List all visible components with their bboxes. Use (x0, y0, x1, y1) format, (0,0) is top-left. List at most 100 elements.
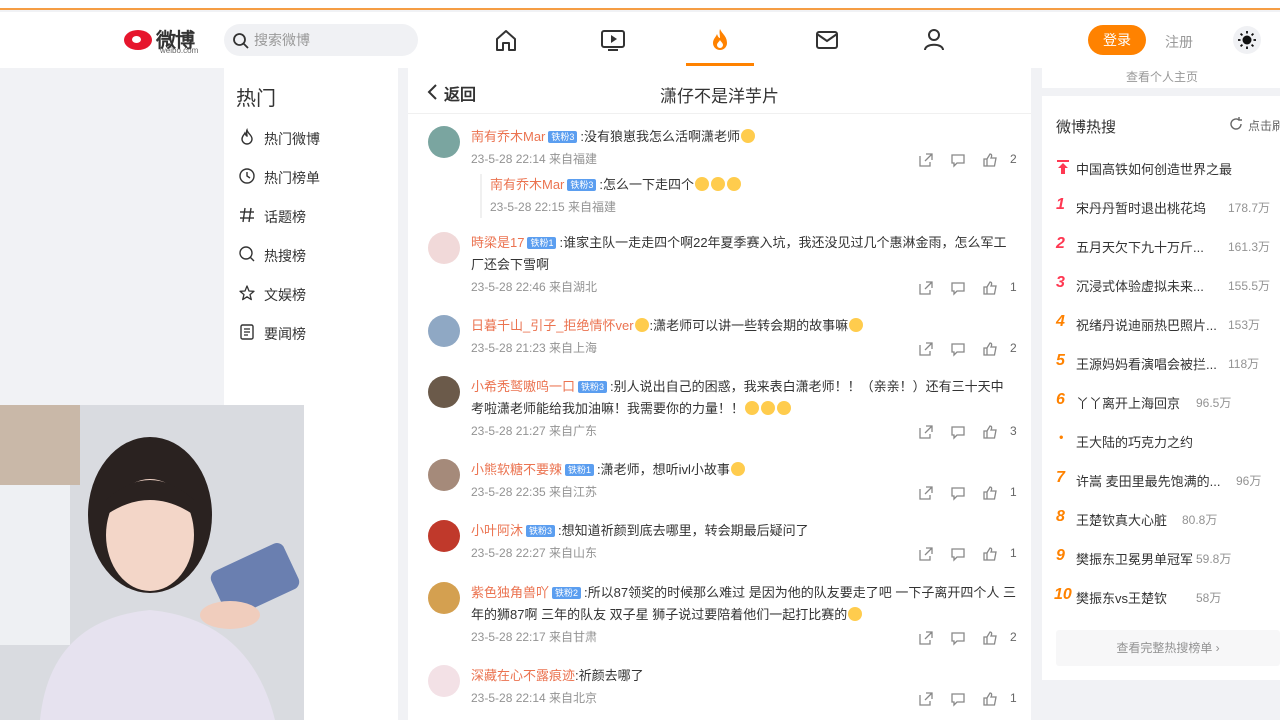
share-icon[interactable] (918, 546, 934, 562)
comment-actions: 1 (918, 485, 1018, 501)
view-full-hot-search-button[interactable]: 查看完整热搜榜单 › (1056, 630, 1280, 666)
share-icon[interactable] (918, 485, 934, 501)
comment-icon[interactable] (950, 485, 966, 501)
emoji-icon (849, 318, 864, 332)
share-icon[interactable] (918, 341, 934, 357)
like-icon[interactable] (982, 630, 998, 646)
comment-actions: 1 (918, 280, 1018, 296)
avatar[interactable] (428, 582, 460, 614)
emoji-icon (741, 129, 756, 143)
share-icon[interactable] (918, 630, 934, 646)
comment-icon[interactable] (950, 280, 966, 296)
comment-icon[interactable] (950, 152, 966, 168)
comment-icon[interactable] (950, 691, 966, 707)
reply-username[interactable]: 南有乔木Mar (490, 177, 564, 192)
like-count: 1 (1010, 280, 1017, 294)
hot-search-rank: 1 (1056, 196, 1065, 213)
hot-search-count: 178.7万 (1228, 201, 1271, 215)
fan-badge: 铁粉3 (578, 381, 608, 393)
share-icon[interactable] (918, 152, 934, 168)
like-count: 2 (1010, 630, 1017, 644)
comment-username[interactable]: 南有乔木Mar (471, 129, 545, 144)
sidebar-item-label: 热门微博 (264, 131, 320, 147)
like-icon[interactable] (982, 280, 998, 296)
hot-search-item[interactable]: 5 王源妈妈看演唱会被拦... 118万 (1056, 352, 1280, 372)
emoji-icon (761, 401, 776, 415)
hot-search-item[interactable]: 2 五月天欠下九十万斤... 161.3万 (1056, 235, 1280, 255)
star-icon (239, 285, 255, 301)
comment-icon[interactable] (950, 630, 966, 646)
pin-top-icon (1057, 160, 1069, 174)
comment-username[interactable]: 深藏在心不露痕迹 (471, 668, 575, 683)
like-icon[interactable] (982, 691, 998, 707)
register-link[interactable]: 注册 (1165, 32, 1193, 52)
comment-username[interactable]: 紫色独角兽吖 (471, 585, 549, 600)
like-count: 3 (1010, 424, 1017, 438)
view-profile-link[interactable]: 查看个人主页 (1126, 68, 1198, 85)
hot-search-item[interactable]: 4 祝绪丹说迪丽热巴照片... 153万 (1056, 313, 1280, 333)
avatar[interactable] (428, 232, 460, 264)
sidebar-item-label: 热门榜单 (264, 170, 320, 186)
hot-search-item[interactable]: 1 宋丹丹暂时退出桃花坞 178.7万 (1056, 196, 1280, 216)
like-icon[interactable] (982, 341, 998, 357)
sidebar-item-label: 要闻榜 (264, 326, 306, 342)
hot-search-item[interactable]: 9 樊振东卫冕男单冠军 59.8万 (1056, 547, 1280, 567)
share-icon[interactable] (918, 280, 934, 296)
reply-text: :怎么一下走四个 (599, 177, 695, 192)
hot-search-item[interactable]: 7 许嵩 麦田里最先饱满的... 96万 (1056, 469, 1280, 489)
hot-search-text: 王源妈妈看演唱会被拦... (1076, 357, 1217, 372)
avatar[interactable] (428, 376, 460, 408)
emoji-icon (745, 401, 760, 415)
comment-icon[interactable] (950, 341, 966, 357)
share-icon[interactable] (918, 424, 934, 440)
profile-icon[interactable] (920, 26, 948, 54)
comment-icon[interactable] (950, 546, 966, 562)
search-box[interactable] (224, 24, 418, 56)
hot-search-pinned[interactable]: 中国高铁如何创造世界之最 (1056, 157, 1280, 177)
weibo-logo[interactable]: 微博 weibo.com (124, 24, 214, 56)
comment-meta: 23-5-28 22:14 来自福建 (471, 152, 598, 166)
comment-icon[interactable] (950, 424, 966, 440)
video-icon[interactable] (599, 26, 627, 54)
comment-username[interactable]: 時梁是17 (471, 235, 524, 250)
message-icon[interactable] (813, 26, 841, 54)
share-icon[interactable] (918, 691, 934, 707)
like-icon[interactable] (982, 546, 998, 562)
hot-search-item[interactable]: 6 丫丫离开上海回京 96.5万 (1056, 391, 1280, 411)
hot-search-text: 中国高铁如何创造世界之最 (1076, 162, 1233, 177)
fan-badge: 铁粉3 (526, 525, 556, 537)
theme-toggle-button[interactable] (1233, 26, 1261, 54)
avatar[interactable] (428, 665, 460, 697)
hot-search-item[interactable]: 3 沉浸式体验虚拟未来... 155.5万 (1056, 274, 1280, 294)
fan-badge: 铁粉3 (548, 131, 578, 143)
home-icon[interactable] (492, 26, 520, 54)
comment-text: :没有狼崽我怎么活啊潇老师 (580, 129, 741, 144)
hot-search-text: 五月天欠下九十万斤... (1076, 240, 1204, 255)
search-input[interactable] (254, 30, 404, 50)
search-icon (233, 33, 249, 49)
hot-search-text: 许嵩 麦田里最先饱满的... (1076, 474, 1221, 489)
comment-username[interactable]: 日暮千山_引子_拒绝情怀ver (471, 318, 634, 333)
hot-search-item[interactable]: 8 王楚钦真大心脏 80.8万 (1056, 508, 1280, 528)
comment-actions: 2 (918, 152, 1018, 168)
comment-panel-header: 返回 潇仔不是洋芋片 (408, 68, 1031, 114)
avatar[interactable] (428, 126, 460, 158)
hot-search-rank: 6 (1056, 391, 1065, 408)
avatar[interactable] (428, 459, 460, 491)
hot-search-item[interactable]: 10 樊振东vs王楚钦 58万 (1054, 586, 1280, 606)
comment-username[interactable]: 小叶阿沐 (471, 523, 523, 538)
like-icon[interactable] (982, 485, 998, 501)
hot-search-item[interactable]: • 王大陆的巧克力之约 (1056, 430, 1280, 450)
avatar[interactable] (428, 315, 460, 347)
login-button[interactable]: 登录 (1088, 25, 1146, 55)
like-icon[interactable] (982, 424, 998, 440)
hot-icon[interactable] (706, 26, 734, 54)
comment-username[interactable]: 小熊软糖不要辣 (471, 462, 562, 477)
avatar[interactable] (428, 520, 460, 552)
comment-panel: 返回 潇仔不是洋芋片 南有乔木Mar 铁粉3:没有狼崽我怎么活啊潇老师 23-5-… (408, 68, 1031, 720)
reply-meta: 23-5-28 22:15 来自福建 (490, 200, 617, 214)
comment-username[interactable]: 小希秃鹫嗷呜一口 (471, 379, 575, 394)
like-icon[interactable] (982, 152, 998, 168)
hot-search-count: 153万 (1228, 318, 1261, 332)
fan-badge: 铁粉2 (552, 587, 582, 599)
